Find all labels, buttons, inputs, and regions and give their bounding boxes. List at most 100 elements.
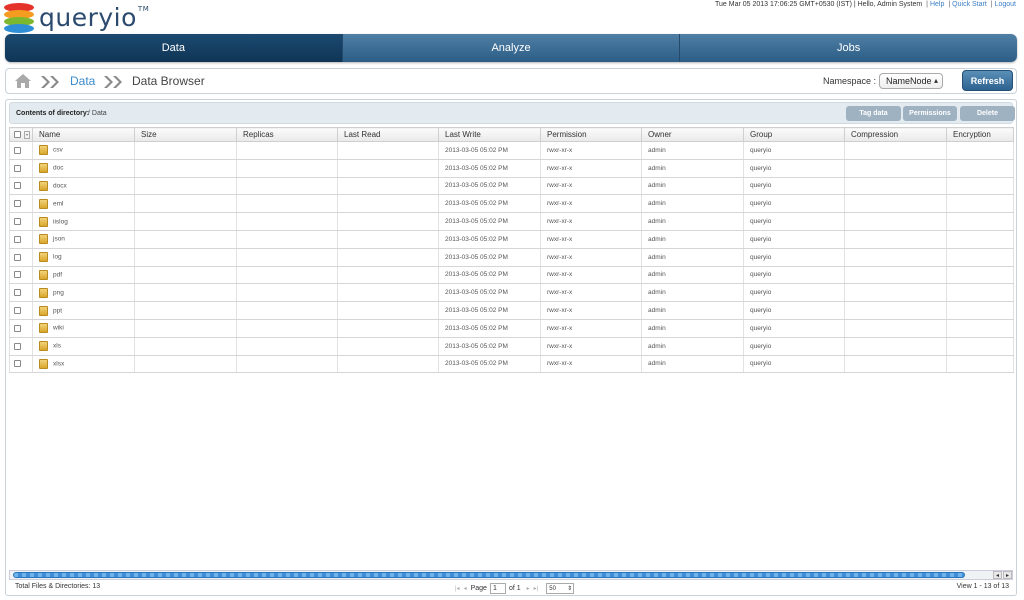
cell-last-write: 2013-03-05 05:02 PM — [438, 159, 541, 178]
page-size-select[interactable]: 50 ⇕ — [546, 582, 575, 594]
table-row[interactable]: ppt 2013-03-05 05:02 PM rwxr-xr-x admin quer… — [9, 301, 1014, 320]
table-row[interactable]: eml 2013-03-05 05:02 PM rwxr-xr-x admin quer… — [9, 194, 1014, 214]
tab-analyze[interactable]: Analyze — [341, 34, 680, 62]
cell-compression — [844, 212, 947, 231]
row-checkbox[interactable] — [14, 289, 21, 297]
column-header-last-read[interactable]: Last Read — [337, 127, 439, 142]
data-browser-panel: Contents of directory: / Data Tag data P… — [5, 99, 1017, 596]
tab-jobs[interactable]: Jobs — [679, 34, 1017, 62]
refresh-button[interactable]: Refresh — [962, 70, 1013, 91]
horizontal-scrollbar[interactable]: ◂ ▸ — [9, 570, 1013, 580]
tab-data[interactable]: Data — [5, 34, 342, 62]
column-header-size[interactable]: Size — [134, 127, 237, 142]
permissions-button[interactable]: Permissions — [903, 106, 957, 121]
cell-name[interactable]: wiki — [32, 319, 135, 338]
cell-name[interactable]: ppt — [32, 301, 135, 320]
table-row[interactable]: docx 2013-03-05 05:02 PM rwxr-xr-x admin que… — [9, 177, 1014, 196]
table-row[interactable]: csv 2013-03-05 05:02 PM rwxr-xr-x admin quer… — [9, 141, 1014, 160]
page-input[interactable]: 1 — [489, 582, 506, 594]
column-menu-icon[interactable] — [24, 130, 30, 139]
row-checkbox[interactable] — [14, 253, 21, 261]
scroll-right-icon[interactable]: ▸ — [1003, 571, 1012, 579]
scrollbar-thumb[interactable] — [13, 572, 965, 578]
cell-group: queryio — [743, 159, 845, 178]
cell-text: rwxr-xr-x — [547, 164, 573, 172]
last-page-icon[interactable]: ▸| — [534, 585, 539, 592]
cell-name[interactable]: xlsx — [32, 355, 135, 374]
table-row[interactable]: iislog 2013-03-05 05:02 PM rwxr-xr-x admin q… — [9, 212, 1014, 231]
cell-name[interactable]: log — [32, 248, 135, 267]
row-checkbox[interactable] — [14, 271, 21, 279]
row-checkbox[interactable] — [14, 200, 21, 208]
table-row[interactable]: pdf 2013-03-05 05:02 PM rwxr-xr-x admin quer… — [9, 266, 1014, 285]
row-checkbox[interactable] — [14, 324, 21, 332]
cell-name[interactable]: iislog — [32, 212, 135, 231]
column-header-replicas[interactable]: Replicas — [236, 127, 338, 142]
cell-name[interactable]: xls — [32, 337, 135, 356]
namespace-select[interactable]: NameNode ▴ — [879, 73, 943, 89]
pager: |◂ ◂ Page 1 of 1 ▸ ▸| 50 ⇕ — [455, 581, 575, 595]
cell-text: 2013-03-05 05:02 PM — [445, 164, 508, 172]
scroll-left-icon[interactable]: ◂ — [993, 571, 1002, 579]
row-checkbox[interactable] — [14, 235, 21, 243]
logout-link[interactable]: Logout — [995, 1, 1016, 8]
next-page-icon[interactable]: ▸ — [527, 585, 530, 592]
table-row[interactable]: doc 2013-03-05 05:02 PM rwxr-xr-x admin quer… — [9, 159, 1014, 178]
column-header-compression[interactable]: Compression — [844, 127, 947, 142]
total-count: Total Files & Directories: 13 — [15, 583, 101, 590]
column-header-last-write[interactable]: Last Write — [438, 127, 541, 142]
table-row[interactable]: xlsx 2013-03-05 05:02 PM rwxr-xr-x admin que… — [9, 355, 1014, 374]
cell-name[interactable]: json — [32, 230, 135, 249]
breadcrumb-data[interactable]: Data — [70, 74, 95, 88]
folder-name: csv — [53, 147, 63, 155]
cell-text: 2013-03-05 05:02 PM — [445, 182, 508, 190]
column-header-owner[interactable]: Owner — [641, 127, 744, 142]
cell-encryption — [946, 212, 1014, 231]
column-header-name[interactable]: Name — [32, 127, 135, 142]
cell-name[interactable]: doc — [32, 159, 135, 178]
row-checkbox[interactable] — [14, 306, 21, 314]
cell-encryption — [946, 283, 1014, 303]
cell-last-read — [337, 355, 439, 374]
folder-name: eml — [53, 200, 64, 208]
row-checkbox[interactable] — [14, 164, 21, 172]
home-icon[interactable] — [14, 73, 32, 89]
first-page-icon[interactable]: |◂ — [455, 585, 460, 592]
cell-text: 2013-03-05 05:02 PM — [445, 218, 508, 226]
row-checkbox[interactable] — [14, 146, 21, 154]
cell-name[interactable]: pdf — [32, 266, 135, 285]
help-link[interactable]: Help — [930, 1, 944, 8]
column-header-group[interactable]: Group — [743, 127, 845, 142]
table-row[interactable]: xls 2013-03-05 05:02 PM rwxr-xr-x admin quer… — [9, 337, 1014, 356]
cell-last-write: 2013-03-05 05:02 PM — [438, 212, 541, 231]
column-header-encryption[interactable]: Encryption — [946, 127, 1014, 142]
table-row[interactable]: wiki 2013-03-05 05:02 PM rwxr-xr-x admin que… — [9, 319, 1014, 338]
select-all-checkbox[interactable] — [14, 131, 21, 139]
cell-text: queryio — [750, 182, 772, 190]
cell-text: rwxr-xr-x — [547, 307, 573, 315]
table-row[interactable]: json 2013-03-05 05:02 PM rwxr-xr-x admin que… — [9, 230, 1014, 249]
cell-permission: rwxr-xr-x — [540, 301, 642, 320]
cell-name[interactable]: csv — [32, 141, 135, 160]
file-table: Name Size Replicas Last Read Last Write … — [9, 127, 1014, 374]
column-header-permission[interactable]: Permission — [540, 127, 642, 142]
folder-icon — [39, 269, 48, 280]
table-row[interactable]: log 2013-03-05 05:02 PM rwxr-xr-x admin quer… — [9, 248, 1014, 267]
prev-page-icon[interactable]: ◂ — [464, 585, 467, 592]
cell-name[interactable]: png — [32, 283, 135, 303]
table-row[interactable]: png 2013-03-05 05:02 PM rwxr-xr-x admin quer… — [9, 283, 1014, 303]
cell-name[interactable]: docx — [32, 177, 135, 196]
row-checkbox[interactable] — [14, 182, 21, 190]
cell-last-write: 2013-03-05 05:02 PM — [438, 248, 541, 267]
cell-name[interactable]: eml — [32, 194, 135, 214]
cell-size — [134, 283, 237, 303]
row-checkbox[interactable] — [14, 360, 21, 368]
delete-button[interactable]: Delete — [960, 106, 1015, 121]
cell-text: rwxr-xr-x — [547, 342, 573, 350]
tag-data-button[interactable]: Tag data — [846, 106, 901, 121]
row-checkbox[interactable] — [14, 217, 21, 225]
row-checkbox[interactable] — [14, 342, 21, 350]
quick-start-link[interactable]: Quick Start — [952, 1, 987, 8]
cell-encryption — [946, 337, 1014, 356]
cell-last-read — [337, 177, 439, 196]
